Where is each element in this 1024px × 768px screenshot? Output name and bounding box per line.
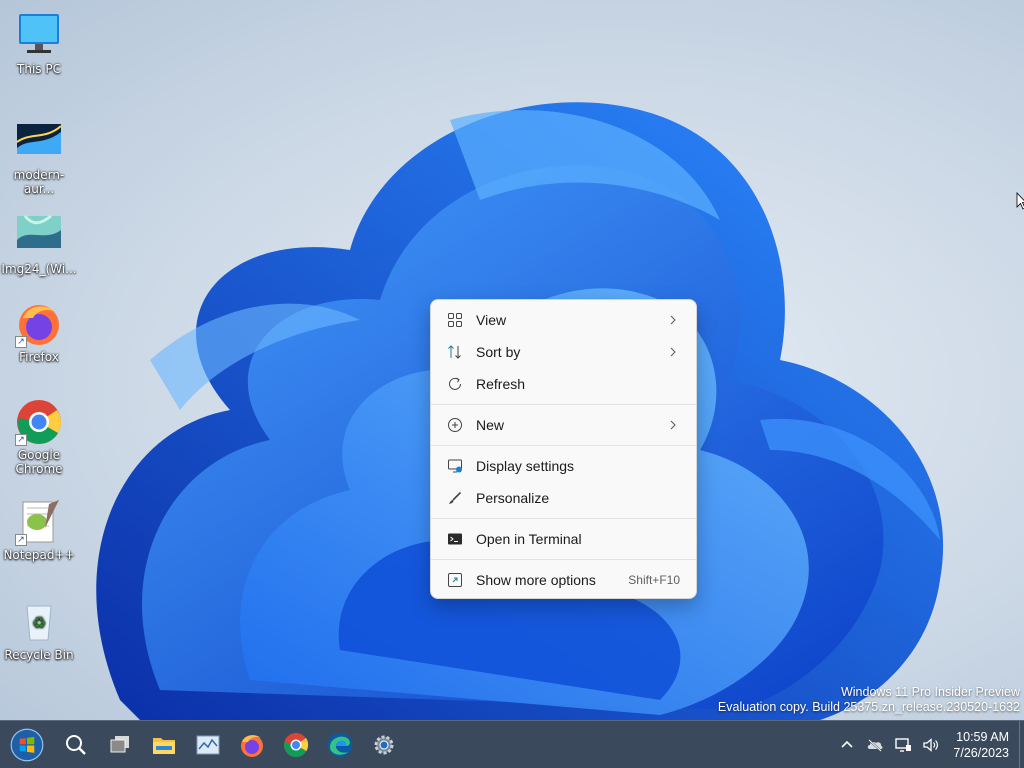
desktop-context-menu: View Sort by Refresh New Display setting… — [430, 299, 697, 599]
system-tray: 10:59 AM 7/26/2023 — [833, 721, 1024, 768]
menu-separator — [431, 518, 696, 519]
desktop-icon-google-chrome[interactable]: ↗ Google Chrome — [0, 398, 78, 476]
plus-circle-icon — [446, 416, 464, 434]
task-manager-button[interactable] — [186, 723, 230, 767]
taskbar: 10:59 AM 7/26/2023 — [0, 720, 1024, 768]
menu-item-display-settings[interactable]: Display settings — [435, 450, 692, 482]
menu-separator — [431, 445, 696, 446]
desktop-icon-label: Recycle Bin — [4, 648, 74, 662]
network-tray-button[interactable] — [889, 731, 917, 759]
firefox-taskbar-button[interactable] — [230, 723, 274, 767]
menu-item-label: Refresh — [476, 376, 526, 392]
desktop-icon-label: Img24_(Wi... — [1, 262, 77, 276]
menu-item-new[interactable]: New — [435, 409, 692, 441]
menu-item-label: Open in Terminal — [476, 531, 582, 547]
task-manager-icon — [196, 735, 220, 754]
settings-taskbar-button[interactable] — [362, 723, 406, 767]
settings-icon — [374, 735, 394, 754]
menu-item-label: Sort by — [476, 344, 521, 360]
chevron-right-icon — [670, 315, 676, 325]
chevron-up-icon — [841, 740, 853, 748]
menu-item-personalize[interactable]: Personalize — [435, 482, 692, 514]
desktop-icon-notepad-plus-plus[interactable]: ↗ Notepad++ — [0, 498, 78, 562]
task-view-button[interactable] — [98, 723, 142, 767]
refresh-icon — [446, 375, 464, 393]
task-view-icon — [110, 735, 129, 752]
keyboard-shortcut: Shift+F10 — [628, 573, 680, 587]
menu-item-open-in-terminal[interactable]: Open in Terminal — [435, 523, 692, 555]
desktop-icon-this-pc[interactable]: This PC — [0, 12, 78, 76]
shortcut-arrow-icon: ↗ — [15, 434, 27, 446]
volume-tray-button[interactable] — [917, 731, 945, 759]
desktop-icon-label: Firefox — [19, 350, 59, 364]
watermark-line-1: Windows 11 Pro Insider Preview — [840, 685, 1020, 699]
menu-item-label: New — [476, 417, 505, 433]
onedrive-tray-button[interactable] — [861, 731, 889, 759]
monitor-icon — [15, 12, 63, 60]
volume-icon — [923, 738, 939, 752]
brush-icon — [446, 489, 464, 507]
sort-icon — [446, 343, 464, 361]
start-orb-icon — [10, 728, 44, 761]
display-icon — [446, 457, 464, 475]
image-file-icon — [15, 118, 63, 166]
menu-separator — [431, 404, 696, 405]
file-explorer-icon — [153, 737, 175, 754]
desktop-icon-label: Google Chrome — [15, 448, 63, 476]
svg-text:♻: ♻ — [32, 613, 46, 632]
clock-date: 7/26/2023 — [953, 746, 1009, 760]
image-file-icon — [15, 212, 63, 260]
desktop-icon-img24[interactable]: Img24_(Wi... — [0, 212, 78, 276]
evaluation-watermark: Windows 11 Pro Insider Preview Evaluatio… — [718, 685, 1020, 715]
search-button[interactable] — [54, 723, 98, 767]
more-options-icon — [446, 571, 464, 589]
mouse-pointer-icon — [1016, 192, 1024, 210]
taskbar-clock[interactable]: 10:59 AM 7/26/2023 — [945, 729, 1019, 761]
menu-item-label: Personalize — [476, 490, 550, 506]
desktop-icon-label: This PC — [17, 62, 61, 76]
desktop-icon-firefox[interactable]: ↗ Firefox — [0, 300, 78, 364]
firefox-icon — [241, 734, 263, 757]
menu-item-label: Display settings — [476, 458, 575, 474]
file-explorer-button[interactable] — [142, 723, 186, 767]
shortcut-arrow-icon: ↗ — [15, 336, 27, 348]
search-icon — [66, 734, 86, 755]
menu-item-show-more-options[interactable]: Show more options Shift+F10 — [435, 564, 692, 596]
firefox-icon: ↗ — [15, 300, 63, 348]
chrome-icon: ↗ — [15, 398, 63, 446]
show-hidden-icons-button[interactable] — [833, 731, 861, 759]
menu-item-sort-by[interactable]: Sort by — [435, 336, 692, 368]
desktop-icon-recycle-bin[interactable]: ♻ Recycle Bin — [0, 598, 78, 662]
cloud-offline-icon — [868, 739, 883, 752]
notepad-plus-plus-icon: ↗ — [15, 498, 63, 546]
menu-item-label: Show more options — [476, 572, 596, 588]
menu-separator — [431, 559, 696, 560]
menu-item-refresh[interactable]: Refresh — [435, 368, 692, 400]
start-button[interactable] — [0, 723, 54, 767]
clock-time: 10:59 AM — [956, 730, 1009, 744]
show-desktop-button[interactable] — [1019, 721, 1024, 768]
edge-taskbar-button[interactable] — [318, 723, 362, 767]
network-icon — [895, 738, 912, 752]
desktop-icon-label: modern-aur... — [13, 168, 65, 196]
desktop-icon-label: Notepad++ — [3, 548, 75, 562]
grid-icon — [446, 311, 464, 329]
chevron-right-icon — [670, 420, 676, 430]
watermark-line-2: Evaluation copy. Build 25375.zn_release.… — [717, 700, 1020, 714]
edge-icon — [328, 732, 352, 757]
shortcut-arrow-icon: ↗ — [15, 534, 27, 546]
menu-item-label: View — [476, 312, 507, 328]
recycle-bin-icon: ♻ — [15, 598, 63, 646]
chevron-right-icon — [670, 347, 676, 357]
terminal-icon — [446, 530, 464, 548]
chrome-icon — [284, 732, 309, 757]
desktop-icon-modern-aurora[interactable]: modern-aur... — [0, 118, 78, 196]
chrome-taskbar-button[interactable] — [274, 723, 318, 767]
menu-item-view[interactable]: View — [435, 304, 692, 336]
